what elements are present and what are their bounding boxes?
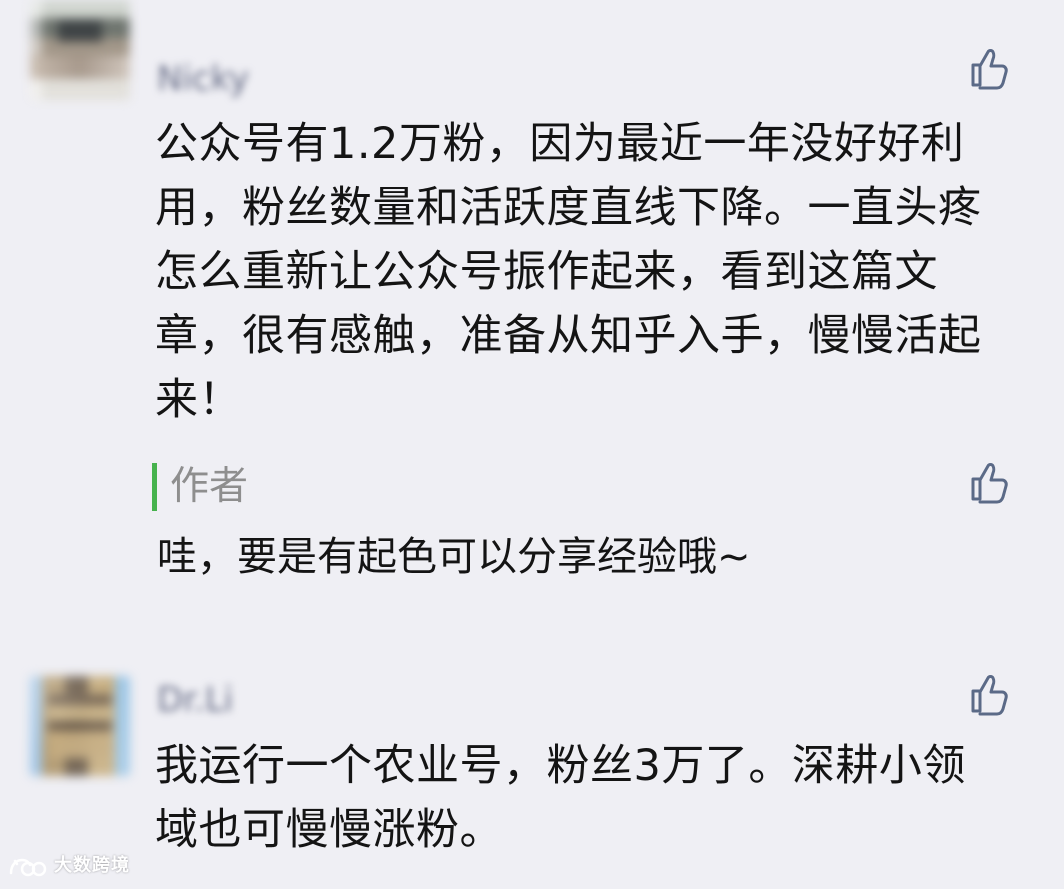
watermark-logo-icon xyxy=(8,853,48,879)
reply-text: 哇，要是有起色可以分享经验哦~ xyxy=(157,534,751,580)
comment-text: 公众号有1.2万粉，因为最近一年没好好利用，粉丝数量和活跃度直线下降。一直头疼怎… xyxy=(155,119,982,425)
watermark: 大数跨境 xyxy=(8,853,130,879)
author-reply-indicator xyxy=(152,463,157,511)
thumb-up-icon[interactable] xyxy=(963,670,1011,718)
watermark-text: 大数跨境 xyxy=(54,855,130,876)
avatar[interactable] xyxy=(30,676,130,776)
thumb-up-icon[interactable] xyxy=(963,458,1011,506)
comment-text: 我运行一个农业号，粉丝3万了。深耕小领域也可慢慢涨粉。 xyxy=(155,741,966,855)
comment-author-name[interactable]: Nicky xyxy=(157,59,249,99)
avatar[interactable] xyxy=(30,0,130,100)
reply-author-label: 作者 xyxy=(170,464,249,509)
thumb-up-icon[interactable] xyxy=(963,44,1011,92)
comment-author-name[interactable]: Dr.Li xyxy=(157,680,233,720)
